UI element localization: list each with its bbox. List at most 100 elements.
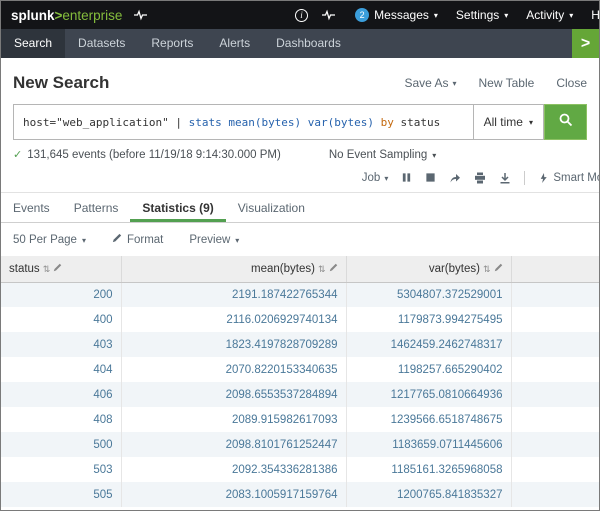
var-cell[interactable]: 1239566.6518748675 [346, 407, 511, 432]
filler-cell [511, 382, 599, 407]
sort-icon[interactable]: ⇅ [43, 264, 51, 274]
pencil-icon[interactable] [329, 263, 338, 275]
column-header-status[interactable]: status⇅ [1, 256, 121, 282]
format-button[interactable]: Format [112, 233, 163, 246]
close-button[interactable]: Close [556, 76, 587, 90]
var-cell[interactable]: 1217765.0810664936 [346, 382, 511, 407]
tab-events[interactable]: Events [13, 193, 62, 222]
info-icon[interactable]: i [295, 9, 308, 22]
preview-dropdown[interactable]: Preview ▾ [189, 234, 239, 246]
table-row: 500 2098.8101761252447 1183659.071144560… [1, 432, 599, 457]
mean-cell[interactable]: 2092.354336281386 [121, 457, 346, 482]
status-cell[interactable]: 403 [1, 332, 121, 357]
column-header-filler [511, 256, 599, 282]
appbar-tab-dashboards[interactable]: Dashboards [263, 29, 354, 58]
per-page-label: 50 Per Page [13, 234, 77, 246]
column-header-var[interactable]: var(bytes)⇅ [346, 256, 511, 282]
bolt-icon[interactable] [134, 9, 147, 21]
help-menu[interactable]: Help ▾ [591, 8, 600, 22]
mean-cell[interactable]: 2089.915982617093 [121, 407, 346, 432]
var-cell[interactable]: 1179873.994275495 [346, 307, 511, 332]
mean-cell[interactable]: 2116.0206929740134 [121, 307, 346, 332]
caret-down-icon: ▾ [432, 152, 436, 160]
mean-cell[interactable]: 2191.187422765344 [121, 282, 346, 307]
status-cell[interactable]: 500 [1, 432, 121, 457]
tab-statistics[interactable]: Statistics (9) [130, 193, 225, 222]
open-panel-button[interactable]: > [572, 29, 599, 58]
status-cell[interactable]: 400 [1, 307, 121, 332]
caret-down-icon: ▾ [384, 175, 388, 183]
caret-down-icon: ▾ [504, 12, 508, 20]
pulse-icon[interactable] [322, 9, 335, 21]
sort-icon[interactable]: ⇅ [483, 264, 491, 274]
filler-cell [511, 432, 599, 457]
pause-icon[interactable] [401, 172, 412, 183]
tab-patterns[interactable]: Patterns [62, 193, 131, 222]
per-page-dropdown[interactable]: 50 Per Page ▾ [13, 234, 86, 246]
var-cell[interactable]: 1200765.841835327 [346, 482, 511, 507]
settings-menu[interactable]: Settings ▾ [456, 8, 508, 22]
search-button[interactable] [544, 104, 587, 140]
mean-cell[interactable]: 2070.8220153340635 [121, 357, 346, 382]
format-label: Format [127, 234, 163, 246]
appbar-tab-alerts[interactable]: Alerts [206, 29, 263, 58]
smart-mode-label: Smart Mode [553, 172, 600, 184]
messages-menu[interactable]: 2 Messages ▾ [355, 8, 438, 22]
var-cell[interactable]: 1185161.3265968058 [346, 457, 511, 482]
var-cell[interactable]: 1462459.2462748317 [346, 332, 511, 357]
toolbar-divider [524, 171, 525, 185]
print-icon[interactable] [474, 172, 486, 184]
mean-cell[interactable]: 2083.1005917159764 [121, 482, 346, 507]
column-header-mean[interactable]: mean(bytes)⇅ [121, 256, 346, 282]
splunk-window: splunk>enterprise i 2 Messages ▾ Setting… [0, 0, 600, 511]
appbar-tab-reports[interactable]: Reports [138, 29, 206, 58]
arrow-right-icon: > [581, 35, 590, 53]
table-row: 503 2092.354336281386 1185161.3265968058 [1, 457, 599, 482]
stop-icon[interactable] [425, 172, 436, 183]
status-cell[interactable]: 200 [1, 282, 121, 307]
status-cell[interactable]: 404 [1, 357, 121, 382]
status-cell[interactable]: 408 [1, 407, 121, 432]
job-menu[interactable]: Job ▾ [362, 172, 389, 184]
messages-badge: 2 [355, 8, 369, 22]
table-row: 408 2089.915982617093 1239566.6518748675 [1, 407, 599, 432]
search-mode-selector[interactable]: Smart Mode ▾ [538, 172, 600, 184]
mean-cell[interactable]: 2098.6553537284894 [121, 382, 346, 407]
status-cell[interactable]: 503 [1, 457, 121, 482]
table-controls: 50 Per Page ▾ Format Preview ▾ [1, 223, 599, 256]
mean-cell[interactable]: 1823.4197828709289 [121, 332, 346, 357]
pencil-icon [112, 233, 122, 246]
new-table-button[interactable]: New Table [479, 76, 535, 90]
caret-down-icon: ▾ [452, 80, 456, 88]
table-row: 400 2116.0206929740134 1179873.994275495 [1, 307, 599, 332]
tab-visualization[interactable]: Visualization [226, 193, 317, 222]
time-range-picker[interactable]: All time ▾ [473, 104, 544, 140]
save-as-button[interactable]: Save As ▾ [404, 76, 456, 90]
pencil-icon[interactable] [494, 263, 503, 275]
export-download-icon[interactable] [499, 172, 511, 184]
status-cell[interactable]: 406 [1, 382, 121, 407]
splunk-logo[interactable]: splunk>enterprise [11, 8, 122, 23]
filler-cell [511, 457, 599, 482]
activity-menu[interactable]: Activity ▾ [526, 8, 573, 22]
pencil-icon[interactable] [53, 263, 62, 275]
share-icon[interactable] [449, 172, 461, 184]
search-input[interactable]: host="web_application" | stats mean(byte… [13, 104, 473, 140]
var-cell[interactable]: 1198257.665290402 [346, 357, 511, 382]
status-cell[interactable]: 505 [1, 482, 121, 507]
mean-cell[interactable]: 2098.8101761252447 [121, 432, 346, 457]
event-sampling-dropdown[interactable]: No Event Sampling ▾ [329, 149, 436, 161]
topbar-menus: 2 Messages ▾ Settings ▾ Activity ▾ Help … [355, 8, 599, 22]
filler-cell [511, 332, 599, 357]
page-title: New Search [13, 73, 109, 93]
appbar-tab-datasets[interactable]: Datasets [65, 29, 138, 58]
var-cell[interactable]: 1183659.0711445606 [346, 432, 511, 457]
appbar-tab-search[interactable]: Search [1, 29, 65, 58]
activity-label: Activity [526, 8, 564, 22]
caret-down-icon: ▾ [434, 12, 438, 20]
new-table-label: New Table [479, 76, 535, 90]
column-label: status [9, 263, 40, 275]
var-cell[interactable]: 5304807.372529001 [346, 282, 511, 307]
caret-down-icon: ▾ [235, 237, 239, 245]
sort-icon[interactable]: ⇅ [318, 264, 326, 274]
